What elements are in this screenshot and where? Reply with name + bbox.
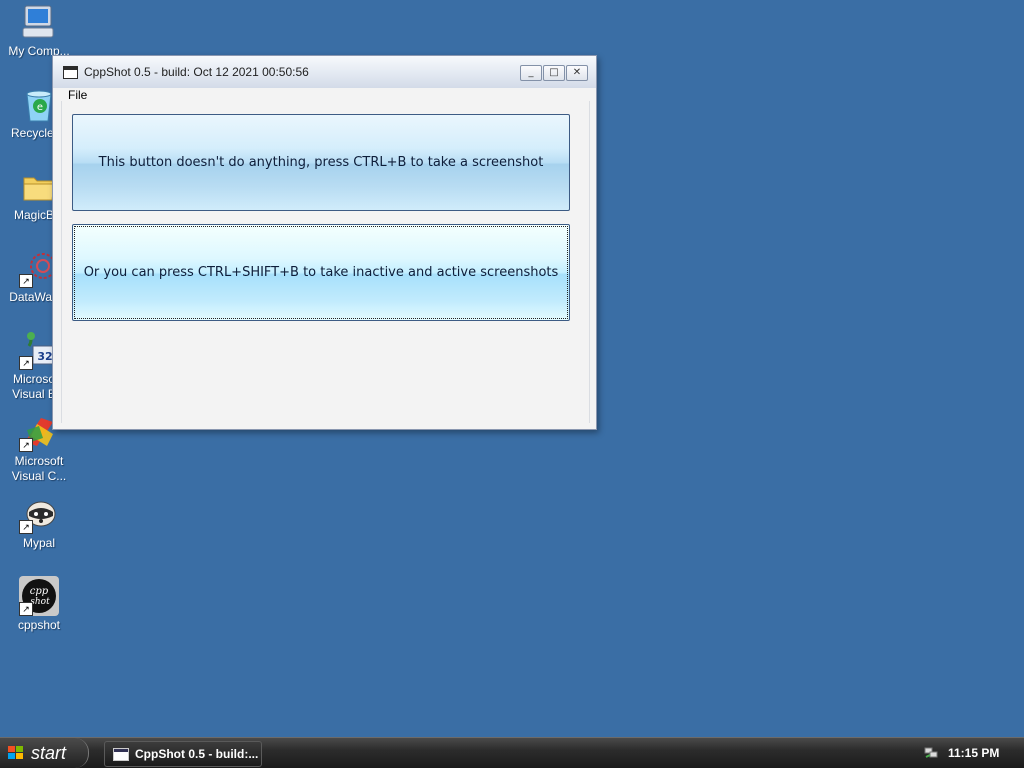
shortcut-arrow-icon: ↗: [19, 274, 33, 288]
window-titlebar[interactable]: CppShot 0.5 - build: Oct 12 2021 00:50:5…: [53, 56, 596, 88]
shortcut-arrow-icon: ↗: [19, 356, 33, 370]
shift-screenshot-info-button-label: Or you can press CTRL+SHIFT+B to take in…: [83, 265, 559, 280]
taskbar-button-label: CppShot 0.5 - build:...: [135, 747, 259, 761]
shortcut-arrow-icon: ↗: [19, 520, 33, 534]
shortcut-arrow-icon: ↗: [19, 438, 33, 452]
window-title: CppShot 0.5 - build: Oct 12 2021 00:50:5…: [84, 65, 309, 79]
app-window-icon: [113, 747, 129, 761]
desktop-icon-my-computer[interactable]: My Comp...: [0, 2, 78, 59]
shift-screenshot-info-button[interactable]: Or you can press CTRL+SHIFT+B to take in…: [72, 224, 570, 321]
desktop-icon-label: Mypal: [22, 536, 55, 550]
cppshot-window: CppShot 0.5 - build: Oct 12 2021 00:50:5…: [52, 55, 597, 430]
system-tray: 11:15 PM: [924, 738, 1024, 768]
taskbar: start CppShot 0.5 - build:... 11:15 PM: [0, 737, 1024, 768]
clock[interactable]: 11:15 PM: [948, 746, 999, 760]
svg-text:cpp: cpp: [30, 586, 49, 597]
windows-flag-icon: [8, 745, 25, 761]
window-client-area: This button doesn't do anything, press C…: [61, 101, 590, 423]
start-button[interactable]: start: [0, 738, 89, 768]
svg-text:e: e: [37, 102, 43, 113]
menu-file[interactable]: File: [61, 88, 94, 102]
mypal-icon: ↗: [19, 494, 59, 534]
start-label: start: [31, 742, 67, 763]
taskbar-button-cppshot[interactable]: CppShot 0.5 - build:...: [104, 741, 262, 767]
shortcut-arrow-icon: ↗: [19, 602, 33, 616]
network-icon[interactable]: [924, 747, 938, 759]
screenshot-info-button[interactable]: This button doesn't do anything, press C…: [72, 114, 570, 211]
maximize-button[interactable]: □: [543, 65, 565, 81]
close-button[interactable]: ✕: [566, 65, 588, 81]
app-window-icon: [63, 66, 78, 79]
minimize-button[interactable]: _: [520, 65, 542, 81]
screenshot-info-button-label: This button doesn't do anything, press C…: [98, 155, 544, 170]
svg-text:shot: shot: [30, 597, 50, 607]
my-computer-icon: [19, 2, 59, 42]
desktop-icon-mypal[interactable]: ↗ Mypal: [0, 494, 78, 551]
desktop-icon-label: Microsoft Visual C...: [11, 454, 67, 483]
desktop-icon-cppshot[interactable]: cpp shot ↗ cppshot: [0, 576, 78, 633]
svg-text:32: 32: [37, 350, 52, 363]
desktop-icon-label: cppshot: [17, 618, 61, 632]
menu-bar: File: [61, 84, 94, 102]
cppshot-icon: cpp shot ↗: [19, 576, 59, 616]
